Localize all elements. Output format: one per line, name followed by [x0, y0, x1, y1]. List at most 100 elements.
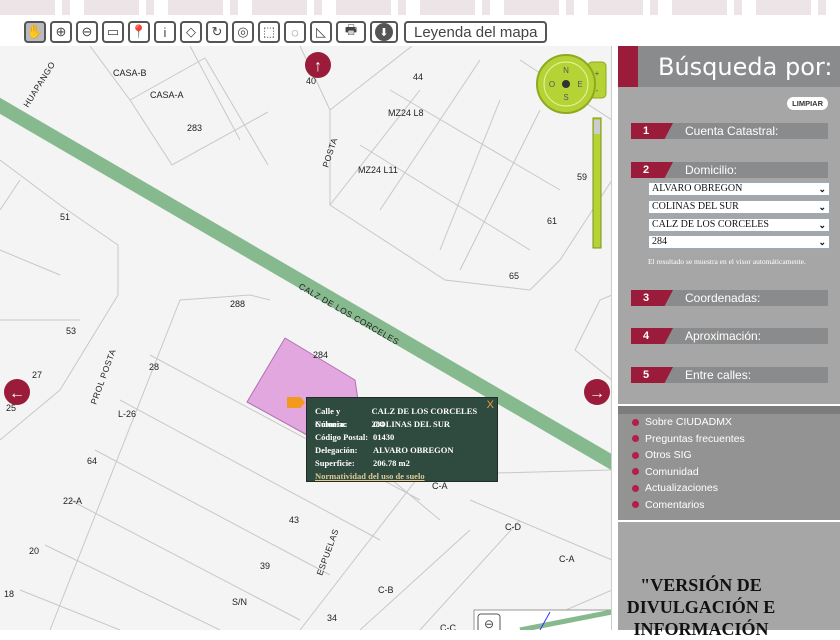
info-button[interactable]: i	[154, 21, 176, 43]
search-sidebar: Búsqueda por: LIMPIAR 1 Cuenta Catastral:…	[618, 46, 840, 639]
lot-label: 44	[413, 72, 423, 82]
compass-north[interactable]: N	[563, 66, 569, 75]
nav-left-button[interactable]: ←	[4, 379, 30, 405]
section-entre-calles[interactable]: 5 Entre calles:	[631, 367, 828, 383]
select-circle-button[interactable]: ◌	[284, 21, 306, 43]
title-stripe	[618, 46, 638, 87]
select-rect-button[interactable]: ⬚	[258, 21, 280, 43]
popup-row: Código Postal: 01430	[315, 431, 489, 444]
section-aproximacion[interactable]: 4 Aproximación:	[631, 328, 828, 344]
overview-map[interactable]: ⊖	[473, 609, 612, 630]
legend-button[interactable]: Leyenda del mapa	[404, 21, 548, 43]
lot-label: 22-A	[63, 496, 82, 506]
land-use-link[interactable]: Normatividad del uso de suelo	[315, 471, 489, 481]
sidebar-link[interactable]: Preguntas frecuentes	[618, 431, 840, 448]
compass-east[interactable]: E	[577, 80, 582, 89]
print-button[interactable]: 🖶	[336, 21, 366, 43]
street-label: POSTA	[320, 136, 339, 168]
popup-close-button[interactable]: X	[487, 399, 494, 411]
chevron-down-icon: ⌄	[818, 202, 826, 212]
sidebar-link[interactable]: Otros SIG	[618, 447, 840, 464]
version-notice: "VERSIÓN DE DIVULGACIÓN E INFORMACIÓN	[626, 575, 776, 639]
pin-button[interactable]: 📍	[128, 21, 150, 43]
select-polygon-button[interactable]: ◺	[310, 21, 332, 43]
lot-label: CASA-B	[113, 68, 147, 78]
measure-button[interactable]: ▭	[102, 21, 124, 43]
lot-label: 64	[87, 456, 97, 466]
lot-label: 27	[32, 370, 42, 380]
lot-label: 51	[60, 212, 70, 222]
popup-key: Calle y Número:	[315, 406, 348, 429]
bullet-icon	[632, 468, 639, 476]
sidebar-link[interactable]: Comunidad	[618, 464, 840, 481]
section-label: Entre calles:	[685, 368, 752, 382]
select-value: COLINAS DEL SUR	[652, 201, 739, 212]
zoom-in-control[interactable]: +	[595, 69, 600, 78]
section-label: Domicilio:	[685, 163, 738, 177]
popup-row: Delegación: ALVARO OBREGON	[315, 444, 489, 457]
header-banner	[0, 0, 840, 15]
sidebar-link-label: Sobre CIUDADMX	[645, 416, 732, 429]
calle-select[interactable]: CALZ DE LOS CORCELES ⌄	[648, 218, 830, 232]
numero-select[interactable]: 284 ⌄	[648, 235, 830, 249]
zoom-out-control[interactable]: -	[596, 86, 599, 95]
map-viewer[interactable]: HUAPANGO POSTA CALZ DE LOS CORCELES PROL…	[0, 46, 612, 630]
zoom-out-button[interactable]: ⊖	[76, 21, 98, 43]
chevron-down-icon: ⌄	[818, 237, 826, 247]
section-label: Coordenadas:	[685, 291, 761, 305]
sidebar-link-label: Comunidad	[645, 465, 699, 478]
section-number: 1	[631, 123, 673, 139]
links-list: Sobre CIUDADMX Preguntas frecuentes Otros …	[618, 404, 840, 522]
parcel-info-popup: X Calle y Número: CALZ DE LOS CORCELES 28…	[306, 397, 498, 482]
lot-label: 43	[289, 515, 299, 525]
zoom-in-button[interactable]: ⊕	[50, 21, 72, 43]
bullet-icon	[632, 418, 639, 426]
zoom-slider-handle[interactable]	[594, 120, 600, 134]
lot-label: MZ24 L11	[358, 165, 398, 175]
zoom-slider[interactable]	[592, 117, 602, 249]
section-number: 5	[631, 367, 673, 383]
map-canvas[interactable]: HUAPANGO POSTA CALZ DE LOS CORCELES PROL…	[0, 46, 612, 630]
sidebar-link-label: Otros SIG	[645, 449, 692, 462]
street-label: HUAPANGO	[21, 60, 57, 109]
popup-value: 206.78 m2	[373, 458, 410, 468]
street-label: PROL POSTA	[88, 347, 117, 405]
section-domicilio[interactable]: 2 Domicilio:	[631, 162, 828, 178]
result-note: El resultado se muestra en el visor auto…	[648, 257, 806, 266]
select-value: 284	[652, 236, 667, 247]
bullet-icon	[632, 435, 639, 443]
sidebar-link-label: Preguntas frecuentes	[645, 432, 745, 445]
download-button[interactable]: ⬇	[370, 21, 398, 43]
delegacion-select[interactable]: ALVARO OBREGON ⌄	[648, 182, 830, 196]
locate-button[interactable]: ◎	[232, 21, 254, 43]
lot-label: 288	[230, 299, 245, 309]
lot-label: C-D	[505, 522, 521, 532]
section-cuenta-catastral[interactable]: 1 Cuenta Catastral:	[631, 123, 828, 139]
sidebar-link[interactable]: Actualizaciones	[618, 480, 840, 497]
sidebar-title: Búsqueda por:	[658, 52, 833, 81]
sidebar-link-label: Actualizaciones	[645, 482, 718, 495]
nav-right-button[interactable]: →	[584, 379, 610, 405]
section-coordenadas[interactable]: 3 Coordenadas:	[631, 290, 828, 306]
block-lines	[0, 46, 611, 630]
nav-up-button[interactable]: ↑	[305, 52, 331, 78]
sidebar-link-label: Comentarios	[645, 498, 705, 511]
eraser-button[interactable]: ◇	[180, 21, 202, 43]
lot-label: CASA-A	[150, 90, 184, 100]
arrow-right-icon: →	[589, 385, 605, 402]
colonia-select[interactable]: COLINAS DEL SUR ⌄	[648, 200, 830, 214]
refresh-button[interactable]: ↻	[206, 21, 228, 43]
select-value: CALZ DE LOS CORCELES	[652, 219, 769, 230]
street-label: CALZ DE LOS CORCELES	[297, 281, 401, 347]
compass-south[interactable]: S	[563, 93, 568, 102]
lot-label: 53	[66, 326, 76, 336]
compass-control[interactable]: N S E O + -	[536, 54, 607, 114]
sidebar-link[interactable]: Sobre CIUDADMX	[618, 414, 840, 431]
chevron-down-icon: ⌄	[818, 220, 826, 230]
section-label: Aproximación:	[685, 329, 762, 343]
sidebar-link[interactable]: Comentarios	[618, 497, 840, 514]
clear-button[interactable]: LIMPIAR	[787, 97, 828, 110]
compass-west[interactable]: O	[549, 80, 555, 89]
pan-tool-button[interactable]: ✋	[24, 21, 46, 43]
lot-label: L-26	[118, 409, 136, 419]
